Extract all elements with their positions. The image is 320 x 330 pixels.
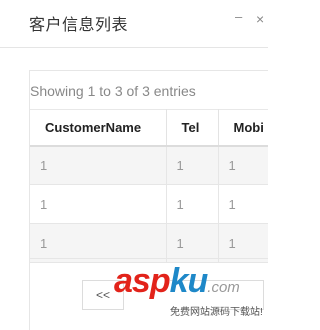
cell-mobile: 1	[218, 184, 268, 224]
cell-mobile: 1	[218, 145, 268, 185]
pagination-prev-button[interactable]: <<	[82, 280, 124, 310]
minimize-icon[interactable]: –	[235, 8, 242, 26]
cell-customername: 1	[30, 184, 167, 224]
table-row[interactable]: 1 1 1	[30, 223, 268, 263]
close-icon[interactable]: ×	[256, 10, 264, 28]
column-header-customername[interactable]: CustomerName	[30, 109, 167, 147]
table-header-row: CustomerName Tel Mobi	[30, 109, 268, 147]
dialog-title: 客户信息列表	[29, 17, 129, 34]
customer-table: CustomerName Tel Mobi 1 1 1 1 1 1 1 1 1	[30, 109, 268, 263]
cell-customername: 1	[30, 223, 167, 263]
cell-customername: 1	[30, 145, 167, 185]
cell-tel: 1	[166, 223, 219, 263]
table-row[interactable]: 1 1 1	[30, 145, 268, 185]
cell-tel: 1	[166, 184, 219, 224]
pagination-next-button[interactable]	[170, 280, 264, 310]
entries-info: Showing 1 to 3 of 3 entries	[30, 83, 196, 99]
column-header-mobile[interactable]: Mobi	[218, 109, 268, 147]
pagination-divider	[30, 258, 268, 259]
cell-mobile: 1	[218, 223, 268, 263]
dialog-header: 客户信息列表 – ×	[0, 0, 268, 48]
column-header-tel[interactable]: Tel	[166, 109, 219, 147]
table-row[interactable]: 1 1 1	[30, 184, 268, 224]
cell-tel: 1	[166, 145, 219, 185]
